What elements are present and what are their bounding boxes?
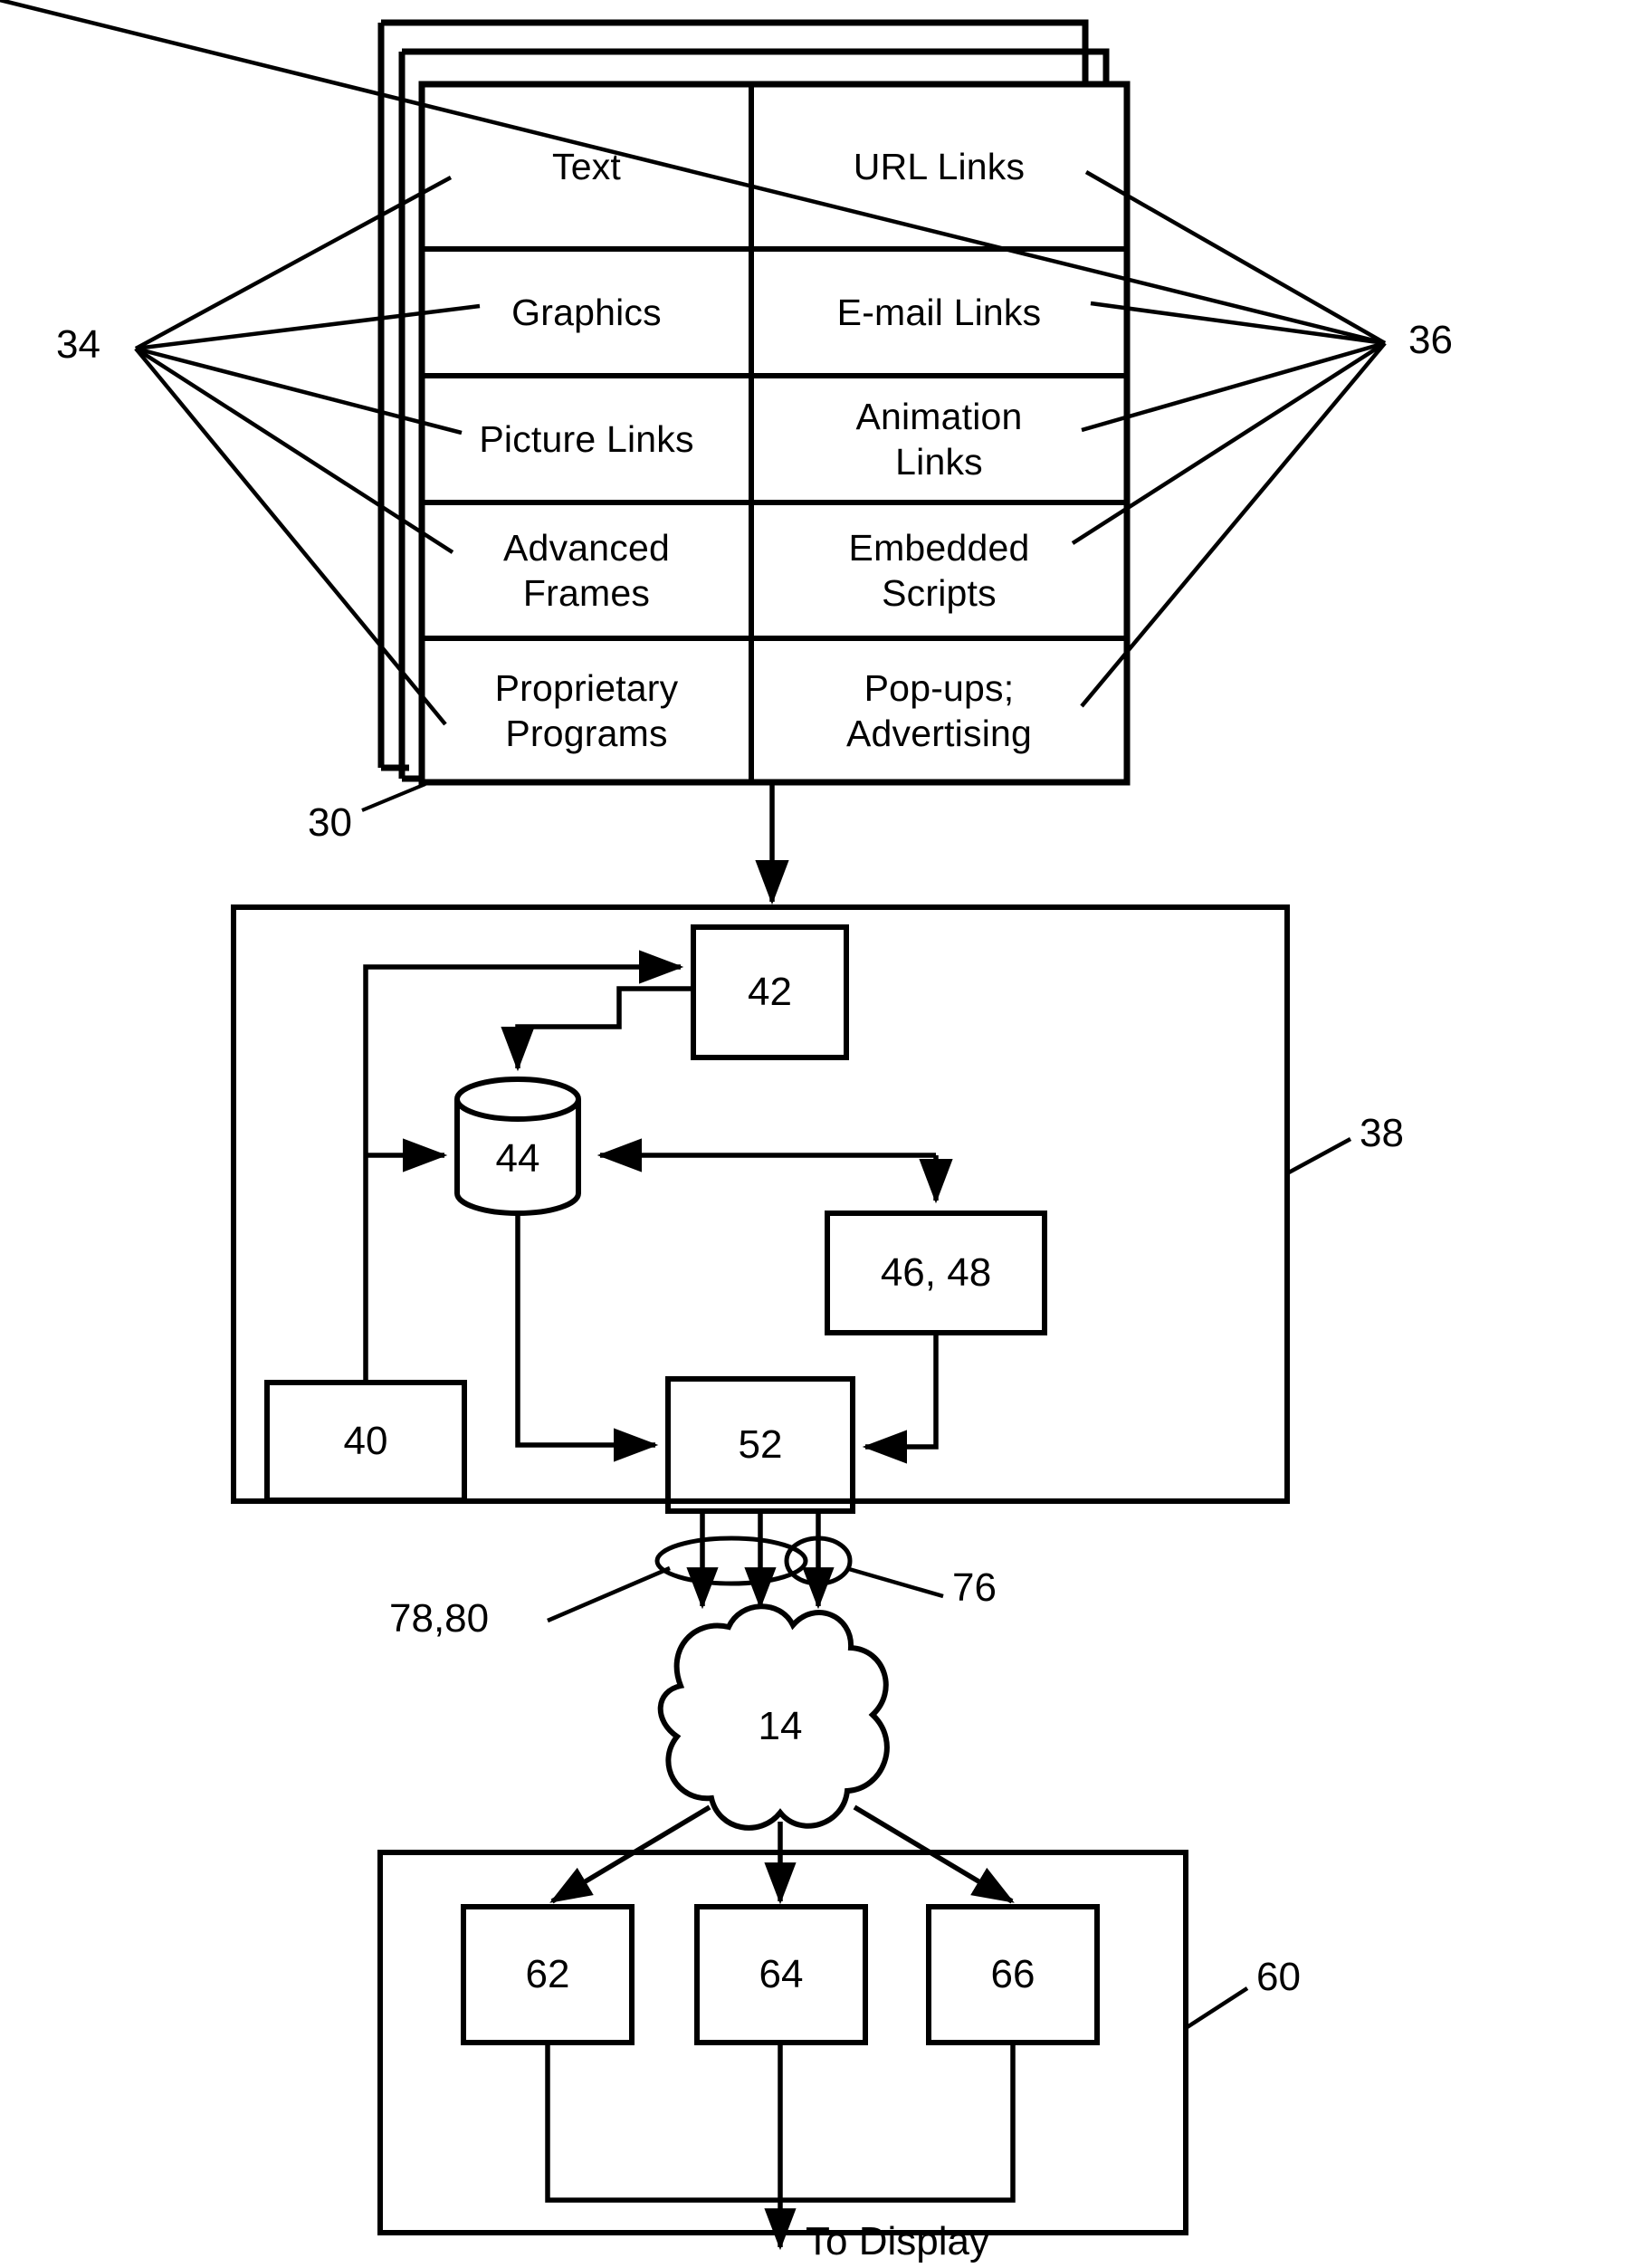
node-42: 42 bbox=[693, 927, 846, 1057]
node-label: 62 bbox=[525, 1952, 570, 1996]
table-cell-right-4: Pop-ups; Advertising bbox=[751, 638, 1127, 782]
table-cell-right-2: Animation Links bbox=[751, 376, 1127, 502]
table-cell-left-4: Proprietary Programs bbox=[422, 638, 751, 782]
node-label: 66 bbox=[990, 1952, 1035, 1996]
reference-numeral-38: 38 bbox=[1360, 1111, 1404, 1155]
node-label: 42 bbox=[748, 970, 792, 1014]
node-40: 40 bbox=[267, 1383, 464, 1500]
reference-numeral-60: 60 bbox=[1256, 1955, 1301, 1999]
node-52: 52 bbox=[668, 1379, 853, 1511]
cell-text: E-mail Links bbox=[836, 292, 1042, 333]
cell-text: Proprietary Programs bbox=[494, 666, 679, 754]
node-46-48: 46, 48 bbox=[827, 1213, 1045, 1333]
reference-numeral-76: 76 bbox=[952, 1565, 997, 1610]
node-label: 14 bbox=[758, 1704, 803, 1748]
cell-text: Graphics bbox=[511, 292, 662, 333]
reference-numeral-30: 30 bbox=[308, 800, 352, 845]
node-label: 40 bbox=[343, 1419, 388, 1463]
node-44: 44 bbox=[457, 1114, 578, 1204]
node-64: 64 bbox=[697, 1907, 865, 2043]
patent-figure: Text Graphics Picture Links Advanced Fra… bbox=[0, 0, 1651, 2268]
node-label: 52 bbox=[738, 1422, 783, 1467]
cell-text: Embedded Scripts bbox=[848, 527, 1030, 614]
cell-text: Picture Links bbox=[479, 418, 694, 460]
reference-numeral-36: 36 bbox=[1408, 318, 1453, 362]
table-cell-left-2: Picture Links bbox=[422, 376, 751, 502]
node-62: 62 bbox=[463, 1907, 632, 2043]
table-cell-right-0: URL Links bbox=[751, 84, 1127, 249]
table-cell-left-0: Text bbox=[422, 84, 751, 249]
cloud-node-14: 14 bbox=[715, 1686, 845, 1767]
cell-text: Pop-ups; Advertising bbox=[845, 666, 1033, 754]
table-cell-left-3: Advanced Frames bbox=[422, 502, 751, 638]
table-cell-right-3: Embedded Scripts bbox=[751, 502, 1127, 638]
cell-text: URL Links bbox=[853, 146, 1026, 187]
cell-text: Text bbox=[552, 146, 621, 187]
reference-numeral-34: 34 bbox=[56, 322, 100, 367]
node-label: 44 bbox=[495, 1136, 540, 1181]
node-label: 46, 48 bbox=[880, 1250, 992, 1295]
to-display-label: To Display bbox=[806, 2219, 989, 2263]
node-label: 64 bbox=[759, 1952, 804, 1996]
node-66: 66 bbox=[929, 1907, 1097, 2043]
cell-text: Advanced Frames bbox=[503, 527, 670, 614]
cell-text: Animation Links bbox=[855, 396, 1023, 483]
reference-numeral-78-80: 78,80 bbox=[389, 1596, 490, 1641]
table-cell-left-1: Graphics bbox=[422, 249, 751, 376]
table-cell-right-1: E-mail Links bbox=[751, 249, 1127, 376]
